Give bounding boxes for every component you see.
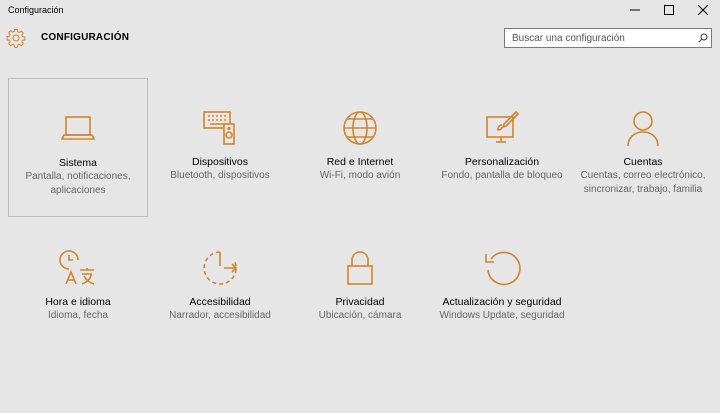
- tile-name: Dispositivos: [191, 156, 249, 168]
- close-icon: [698, 5, 708, 15]
- tile-cuentas[interactable]: Cuentas Cuentas, correo electrónico, sin…: [573, 108, 713, 197]
- title-bar: Configuración: [0, 0, 720, 20]
- page-title: CONFIGURACIÓN: [41, 32, 130, 43]
- tile-name: Hora e idioma: [45, 296, 111, 308]
- tile-description: Narrador, accesibilidad: [169, 310, 271, 321]
- tile-red-internet[interactable]: Red e Internet Wi-Fi, modo avión: [290, 108, 430, 183]
- tile-hora-idioma[interactable]: Hora e idioma Idioma, fecha: [8, 248, 148, 323]
- tile-description: Wi-Fi, modo avión: [319, 170, 401, 181]
- search-box[interactable]: [504, 28, 712, 48]
- minimize-button[interactable]: [618, 0, 652, 20]
- close-button[interactable]: [686, 0, 720, 20]
- accessibility-icon: [203, 251, 238, 285]
- maximize-button[interactable]: [652, 0, 686, 20]
- tile-description: Fondo, pantalla de bloqueo: [441, 170, 563, 181]
- minimize-icon: [630, 9, 640, 11]
- tile-description: Idioma, fecha: [47, 310, 109, 321]
- tile-name: Red e Internet: [326, 156, 394, 168]
- gear-icon: [6, 29, 26, 48]
- tile-accesibilidad[interactable]: Accesibilidad Narrador, accesibilidad: [150, 248, 290, 323]
- maximize-icon: [664, 5, 674, 15]
- laptop-icon: [60, 116, 96, 140]
- tile-privacidad[interactable]: Privacidad Ubicación, cámara: [290, 248, 430, 323]
- search-icon[interactable]: [695, 29, 711, 47]
- time-language-icon: [59, 250, 95, 285]
- tile-personalizacion[interactable]: Personalización Fondo, pantalla de bloqu…: [432, 108, 572, 183]
- tile-dispositivos[interactable]: Dispositivos Bluetooth, dispositivos: [150, 108, 290, 183]
- tile-name: Personalización: [464, 156, 540, 168]
- tile-name: Cuentas: [623, 156, 663, 168]
- tile-name: Privacidad: [335, 296, 385, 308]
- update-icon: [485, 251, 521, 286]
- search-input[interactable]: [505, 29, 695, 47]
- tile-actualizacion-seguridad[interactable]: Actualización y seguridad Windows Update…: [432, 248, 572, 323]
- tile-name: Sistema: [59, 157, 97, 169]
- tile-description: Cuentas, correo electrónico, sincronizar…: [580, 170, 706, 195]
- tile-name: Accesibilidad: [189, 296, 251, 308]
- tile-description: Windows Update, seguridad: [439, 310, 565, 321]
- tile-description: Pantalla, notificaciones, aplicaciones: [25, 171, 131, 196]
- window-title: Configuración: [8, 5, 64, 15]
- globe-icon: [343, 111, 377, 145]
- lock-icon: [347, 251, 373, 285]
- paint-icon: [486, 110, 520, 143]
- tile-name: Actualización y seguridad: [442, 296, 562, 308]
- tile-sistema[interactable]: Sistema Pantalla, notificaciones, aplica…: [8, 78, 148, 217]
- devices-icon: [203, 111, 235, 145]
- tile-description: Ubicación, cámara: [318, 310, 402, 321]
- tile-description: Bluetooth, dispositivos: [170, 170, 270, 181]
- person-icon: [627, 111, 659, 147]
